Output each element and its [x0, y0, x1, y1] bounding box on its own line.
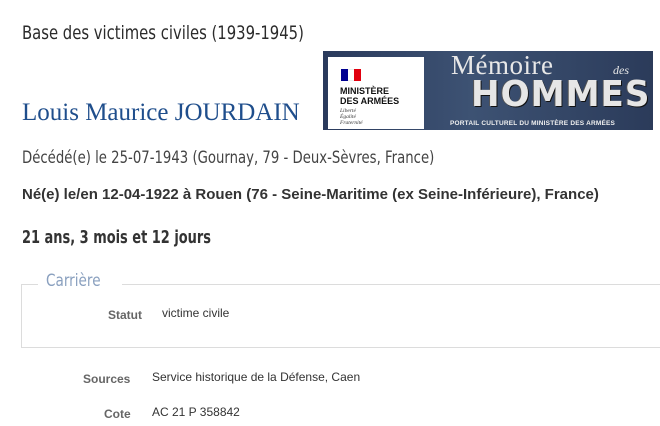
flag-white-stripe [347, 69, 355, 81]
statut-label: Statut [108, 308, 142, 322]
devise: Liberté Égalité Fraternité [340, 108, 363, 126]
carriere-legend: Carrière [38, 271, 123, 291]
statut-value: victime civile [162, 306, 230, 320]
cote-value: AC 21 P 358842 [152, 405, 240, 419]
ministere-des-armees-logo: MINISTÈRE DES ARMÉES Liberté Égalité Fra… [328, 57, 424, 129]
age-at-death: 21 ans, 3 mois et 12 jours [22, 227, 211, 248]
cote-label: Cote [104, 407, 131, 421]
flag-red-stripe [354, 69, 361, 81]
devise-fraternite: Fraternité [340, 120, 363, 126]
sources-value: Service historique de la Défense, Caen [152, 370, 361, 384]
sources-label: Sources [83, 372, 131, 386]
person-name: Louis Maurice JOURDAIN [22, 99, 300, 126]
memoire-des-hommes-banner[interactable]: MINISTÈRE DES ARMÉES Liberté Égalité Fra… [323, 51, 653, 130]
carriere-legend-text: Carrière [46, 271, 101, 291]
death-info: Décédé(e) le 25-07-1943 (Gournay, 79 - D… [22, 148, 435, 168]
ministere-text: MINISTÈRE DES ARMÉES [340, 86, 420, 106]
hommes-label: HOMMES [471, 74, 651, 115]
ministere-line-1: MINISTÈRE [340, 86, 390, 96]
birth-info: Né(e) le/en 12-04-1922 à Rouen (76 - Sei… [22, 186, 599, 203]
portail-label: PORTAIL CULTUREL DU MINISTÈRE DES ARMÉES [450, 120, 616, 127]
french-flag-icon [341, 69, 361, 81]
ministere-line-2: DES ARMÉES [340, 96, 400, 106]
database-title: Base des victimes civiles (1939-1945) [22, 22, 304, 44]
flag-blue-stripe [341, 69, 348, 81]
